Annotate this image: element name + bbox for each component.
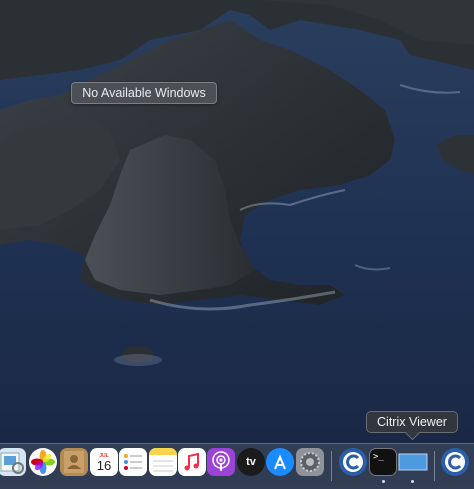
- calendar-day: 16: [96, 457, 112, 473]
- music-icon[interactable]: [178, 448, 206, 476]
- no-available-windows-label: No Available Windows: [71, 82, 217, 104]
- apple-tv-label: tv: [246, 456, 256, 468]
- notes-icon[interactable]: [149, 448, 177, 476]
- photos-icon[interactable]: [29, 448, 57, 476]
- apple-tv-icon[interactable]: tv: [237, 448, 265, 476]
- reminders-icon[interactable]: [119, 448, 147, 476]
- citrix-workspace-icon[interactable]: [339, 448, 367, 476]
- calendar-icon[interactable]: JUL 16: [90, 448, 118, 476]
- podcasts-icon[interactable]: [207, 448, 235, 476]
- terminal-icon[interactable]: >_: [369, 448, 397, 476]
- system-preferences-icon[interactable]: [296, 448, 324, 476]
- preview-icon[interactable]: [0, 448, 26, 476]
- contacts-icon[interactable]: [60, 448, 88, 476]
- citrix-workspace-icon[interactable]: [441, 448, 469, 476]
- dock-tooltip: Citrix Viewer: [366, 411, 458, 441]
- citrix-viewer-running-indicator: [411, 480, 414, 483]
- terminal-running-indicator: [382, 480, 385, 483]
- terminal-prompt: >_: [373, 452, 384, 462]
- app-store-icon[interactable]: [266, 448, 294, 476]
- dock-separator: [434, 451, 435, 481]
- dock-separator: [331, 451, 332, 481]
- citrix-viewer-icon[interactable]: [398, 448, 428, 476]
